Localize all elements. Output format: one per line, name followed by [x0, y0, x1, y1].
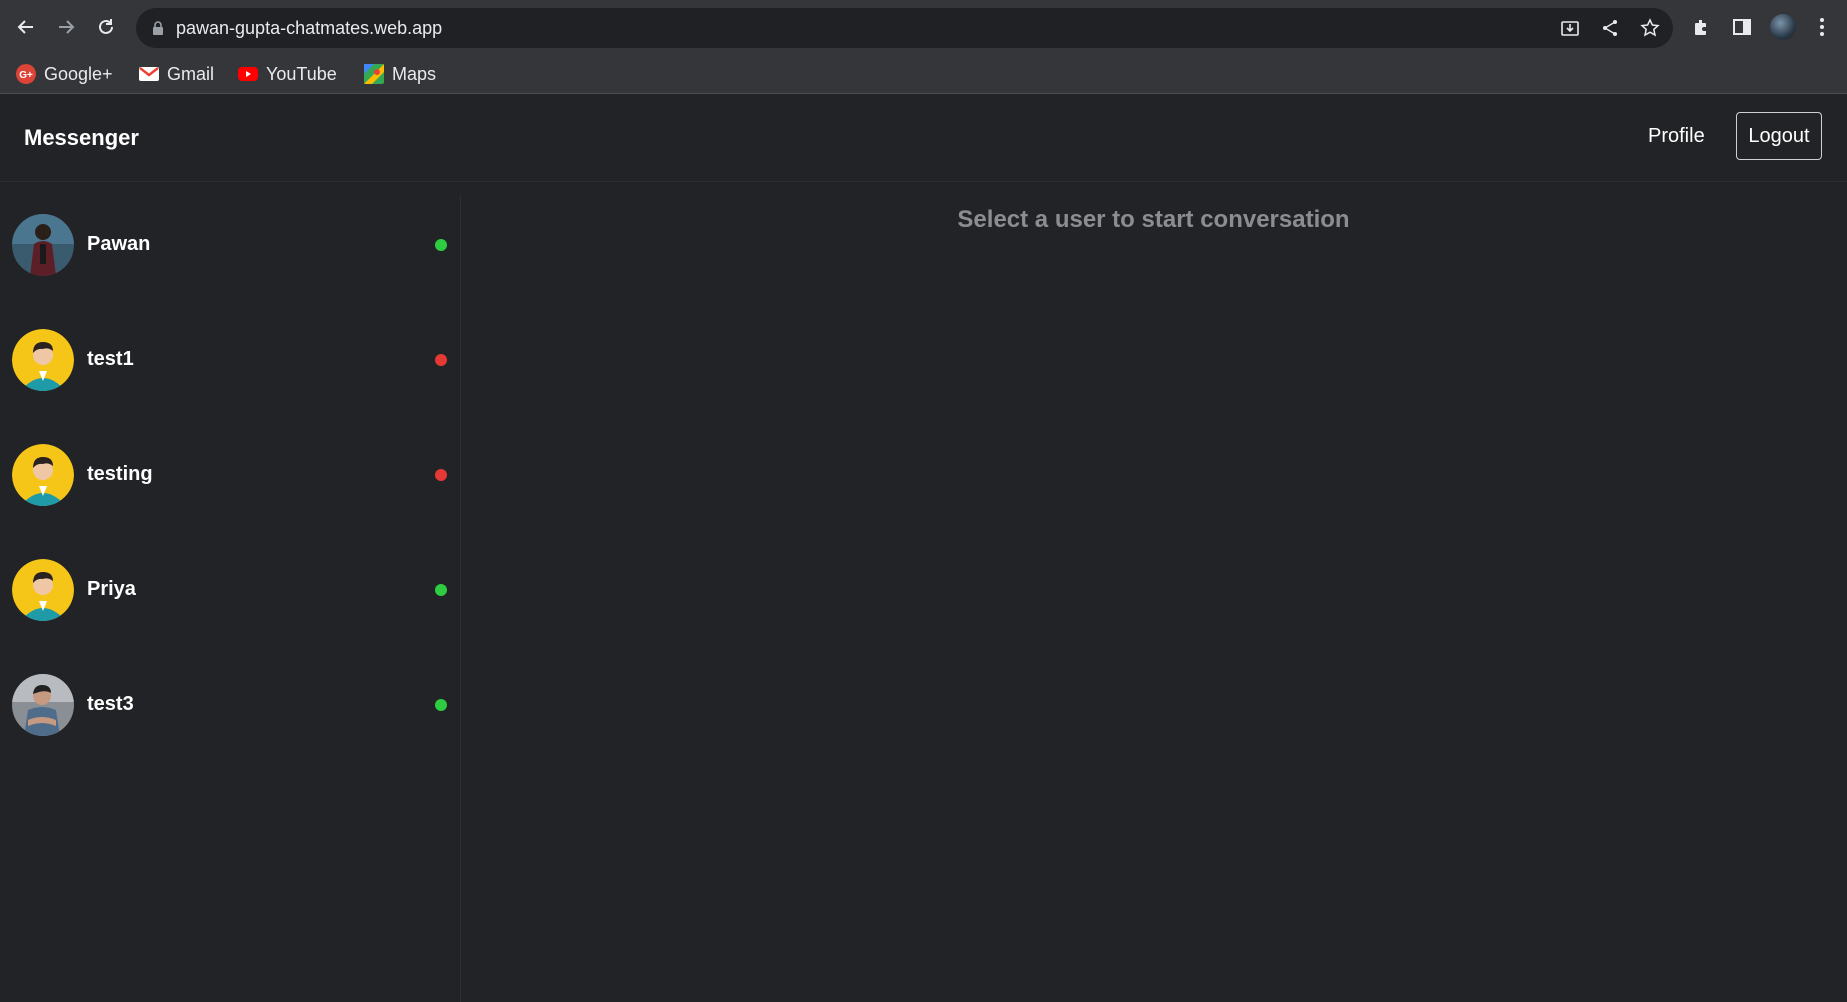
logout-button[interactable]: Logout [1736, 112, 1822, 160]
browser-toolbar: pawan-gupta-chatmates.web.app [0, 0, 1847, 54]
app-brand[interactable]: Messenger [24, 125, 139, 151]
user-avatar-default [12, 329, 74, 391]
browser-profile-avatar[interactable] [1770, 14, 1796, 40]
user-avatar-default [12, 444, 74, 506]
address-bar[interactable]: pawan-gupta-chatmates.web.app [136, 8, 1673, 48]
url-text: pawan-gupta-chatmates.web.app [176, 18, 443, 38]
install-app-icon[interactable] [1560, 18, 1580, 38]
browser-chrome: pawan-gupta-chatmates.web.app G+ Google+… [0, 0, 1847, 94]
share-icon[interactable] [1600, 18, 1620, 38]
user-name: Pawan [87, 233, 151, 255]
youtube-icon [238, 64, 258, 84]
reload-icon[interactable] [92, 13, 120, 41]
lock-icon [152, 20, 164, 41]
user-name: Priya [87, 578, 136, 600]
online-status-dot [435, 584, 447, 596]
bookmark-youtube[interactable]: YouTube [238, 62, 337, 86]
user-item-test3[interactable]: test3 [0, 655, 460, 755]
empty-conversation-message: Select a user to start conversation [957, 206, 1350, 233]
side-panel-icon[interactable] [1728, 13, 1756, 41]
user-name: test1 [87, 348, 134, 370]
bookmark-gmail[interactable]: Gmail [139, 62, 214, 86]
extensions-icon[interactable] [1687, 13, 1715, 41]
user-item-pawan[interactable]: Pawan [0, 195, 460, 295]
user-item-test1[interactable]: test1 [0, 310, 460, 410]
forward-arrow-icon[interactable] [52, 13, 80, 41]
app-header: Messenger Profile Logout [0, 94, 1847, 182]
bookmark-star-icon[interactable] [1640, 18, 1660, 38]
bookmark-maps[interactable]: Maps [364, 62, 436, 86]
user-item-priya[interactable]: Priya [0, 540, 460, 640]
online-status-dot [435, 239, 447, 251]
maps-icon [364, 64, 384, 84]
user-name: test3 [87, 693, 134, 715]
bookmarks-bar: G+ Google+ Gmail YouTube Maps [0, 54, 1847, 94]
google-plus-icon: G+ [16, 64, 36, 84]
user-avatar-photo [12, 674, 74, 736]
user-avatar-default [12, 559, 74, 621]
user-list: Pawan test1 testing Priya test3 [0, 195, 461, 1002]
more-menu-icon[interactable] [1808, 13, 1836, 41]
profile-link[interactable]: Profile [1648, 125, 1705, 148]
online-status-dot [435, 699, 447, 711]
offline-status-dot [435, 469, 447, 481]
gmail-icon [139, 64, 159, 84]
user-item-testing[interactable]: testing [0, 425, 460, 525]
offline-status-dot [435, 354, 447, 366]
user-name: testing [87, 463, 153, 485]
bookmark-google-plus[interactable]: G+ Google+ [16, 62, 113, 86]
svg-text:G+: G+ [19, 70, 33, 81]
user-avatar-photo [12, 214, 74, 276]
back-arrow-icon[interactable] [12, 13, 40, 41]
